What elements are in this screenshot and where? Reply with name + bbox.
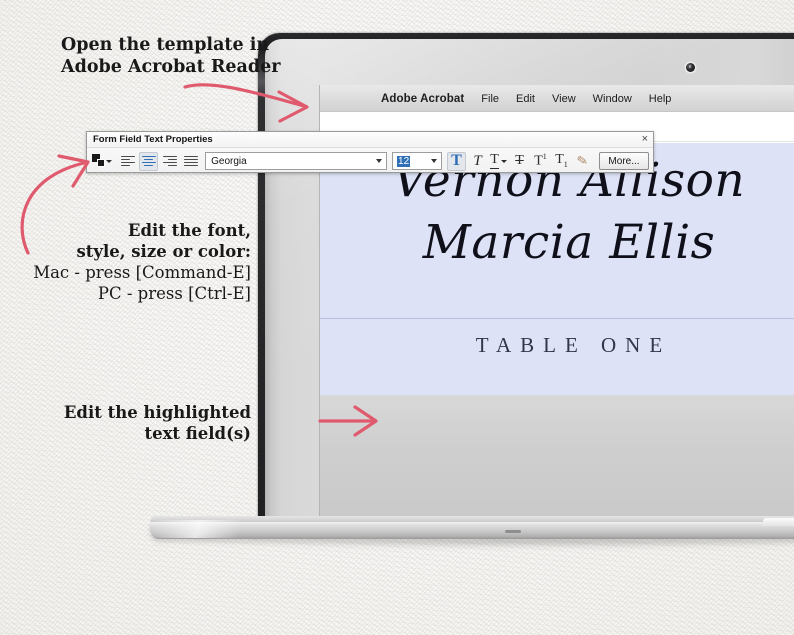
subscript-mark: 1: [563, 159, 568, 169]
subscript-letter: T: [555, 152, 564, 168]
annotation-edit-fields: Edit the highlighted text field(s): [64, 403, 251, 445]
more-button[interactable]: More...: [598, 152, 649, 170]
pen-icon: ✎: [575, 152, 590, 169]
font-size-value: 12: [397, 155, 411, 167]
align-center-icon: [141, 155, 156, 167]
place-card-canvas: Vernon Allison Marcia Ellis TABLE ONE: [320, 143, 794, 395]
bold-icon: T: [451, 152, 462, 169]
laptop-base-taper: [150, 520, 270, 538]
menu-item-edit[interactable]: Edit: [516, 93, 535, 105]
menu-item-help[interactable]: Help: [649, 93, 672, 105]
italic-icon: T: [473, 152, 482, 169]
annotation-edit-font-line4: PC - press [Ctrl-E]: [97, 283, 251, 303]
document-lower-area: [320, 395, 794, 520]
align-center-button[interactable]: [139, 151, 159, 171]
font-family-value: Georgia: [211, 155, 247, 167]
align-right-button[interactable]: [160, 152, 179, 171]
table-number-field[interactable]: TABLE ONE: [320, 333, 794, 358]
subscript-icon: T1: [555, 153, 568, 169]
dialog-toolbar: Georgia 12 T T T T T1 T1 ✎ More...: [87, 149, 653, 173]
align-justify-icon: [183, 155, 198, 167]
screenshot-root: Adobe Acrobat File Edit View Window Help…: [0, 0, 794, 635]
webcam-icon: [686, 63, 695, 72]
underline-icon: T: [490, 152, 499, 169]
laptop-drop-shadow: [156, 540, 794, 549]
card-divider: [320, 318, 794, 319]
font-family-select[interactable]: Georgia: [205, 152, 388, 170]
menubar-app-name: Adobe Acrobat: [381, 92, 465, 105]
annotation-open-template-line2: Adobe Acrobat Reader: [61, 57, 281, 78]
laptop-base-notch: [505, 530, 521, 533]
superscript-icon: T1: [534, 153, 547, 169]
name-field-secondary[interactable]: Marcia Ellis: [320, 213, 794, 273]
annotation-edit-fields-line2: text field(s): [144, 423, 251, 443]
text-color-icon: [92, 154, 105, 168]
laptop-base: [150, 516, 794, 549]
close-icon[interactable]: ×: [642, 133, 648, 146]
italic-button[interactable]: T: [468, 152, 487, 171]
align-right-icon: [162, 155, 177, 167]
chevron-down-icon[interactable]: [106, 159, 113, 163]
menu-item-file[interactable]: File: [481, 93, 499, 105]
annotation-open-template: Open the template in Adobe Acrobat Reade…: [61, 34, 280, 78]
pen-button[interactable]: ✎: [573, 152, 592, 171]
chevron-down-icon[interactable]: [431, 159, 438, 163]
superscript-mark: 1: [542, 152, 547, 162]
align-left-icon: [120, 155, 135, 167]
form-field-text-properties-dialog[interactable]: Form Field Text Properties × Georgia 12 …: [86, 131, 654, 173]
strikethrough-button[interactable]: T: [510, 152, 529, 171]
chevron-down-icon[interactable]: [500, 159, 507, 163]
webcam-lens-highlight: [688, 65, 691, 68]
annotation-edit-font-line2: style, size or color:: [76, 241, 251, 261]
strikethrough-icon: T: [515, 153, 524, 168]
superscript-letter: T: [534, 153, 543, 169]
arrow-head: [57, 154, 90, 188]
bold-button[interactable]: T: [446, 151, 466, 171]
annotation-edit-fields-line1: Edit the highlighted: [63, 403, 251, 422]
annotation-edit-font-line3: Mac - press [Command-E]: [33, 262, 251, 282]
dialog-titlebar: Form Field Text Properties ×: [87, 132, 653, 148]
acrobat-menubar: Adobe Acrobat File Edit View Window Help: [320, 85, 794, 112]
font-size-select[interactable]: 12: [392, 152, 443, 170]
text-color-button[interactable]: [92, 152, 113, 171]
superscript-button[interactable]: T1: [531, 152, 550, 171]
chevron-down-icon[interactable]: [376, 159, 383, 163]
underline-button[interactable]: T: [489, 152, 508, 171]
dialog-title: Form Field Text Properties: [93, 134, 213, 145]
align-justify-button[interactable]: [181, 152, 200, 171]
align-left-button[interactable]: [118, 152, 137, 171]
menu-item-window[interactable]: Window: [593, 93, 632, 105]
annotation-open-template-line1: Open the template in: [61, 35, 270, 55]
subscript-button[interactable]: T1: [552, 152, 571, 171]
annotation-edit-font-line1: Edit the font,: [127, 221, 251, 240]
laptop-base-right-edge: [763, 518, 794, 526]
annotation-edit-font: Edit the font, style, size or color: Mac…: [33, 221, 251, 305]
menu-item-view[interactable]: View: [552, 93, 576, 105]
laptop-mockup: Adobe Acrobat File Edit View Window Help…: [150, 33, 794, 549]
